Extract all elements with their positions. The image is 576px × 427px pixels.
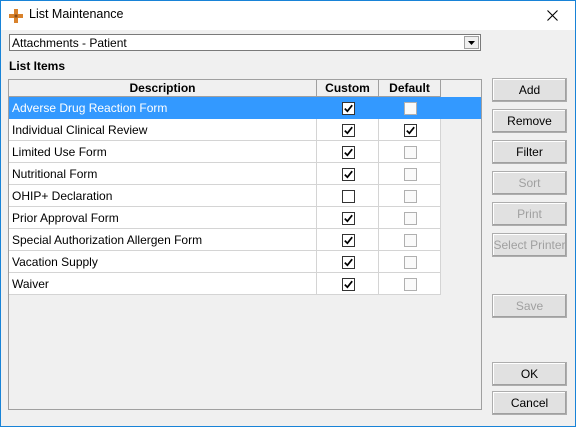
- close-button[interactable]: [529, 1, 575, 30]
- default-checkbox[interactable]: [403, 211, 417, 225]
- row-description[interactable]: Individual Clinical Review: [9, 119, 317, 141]
- table-row[interactable]: Waiver: [9, 273, 481, 295]
- custom-checkbox[interactable]: [341, 255, 355, 269]
- custom-checkbox[interactable]: [341, 145, 355, 159]
- column-header-default[interactable]: Default: [379, 80, 441, 97]
- sort-button-label: Sort: [518, 176, 541, 190]
- row-custom-cell: [317, 273, 379, 295]
- table-row[interactable]: Vacation Supply: [9, 251, 481, 273]
- custom-checkbox[interactable]: [341, 189, 355, 203]
- remove-button-label: Remove: [507, 114, 552, 128]
- default-checkbox[interactable]: [403, 167, 417, 181]
- custom-checkbox[interactable]: [341, 123, 355, 137]
- row-description[interactable]: Special Authorization Allergen Form: [9, 229, 317, 251]
- row-description[interactable]: Adverse Drug Reaction Form: [9, 97, 317, 119]
- default-checkbox[interactable]: [403, 123, 417, 137]
- cancel-button[interactable]: Cancel: [492, 391, 567, 415]
- row-filler: [441, 185, 481, 207]
- ok-button[interactable]: OK: [492, 362, 567, 386]
- default-checkbox[interactable]: [403, 189, 417, 203]
- default-checkbox[interactable]: [403, 101, 417, 115]
- row-default-cell: [379, 141, 441, 163]
- row-filler: [441, 119, 481, 141]
- row-description[interactable]: Prior Approval Form: [9, 207, 317, 229]
- default-checkbox[interactable]: [403, 255, 417, 269]
- row-custom-cell: [317, 251, 379, 273]
- add-button[interactable]: Add: [492, 78, 567, 102]
- column-header-description[interactable]: Description: [9, 80, 317, 97]
- row-filler: [441, 229, 481, 251]
- default-checkbox[interactable]: [403, 233, 417, 247]
- row-custom-cell: [317, 141, 379, 163]
- default-checkbox[interactable]: [403, 145, 417, 159]
- table-row[interactable]: Limited Use Form: [9, 141, 481, 163]
- row-description[interactable]: OHIP+ Declaration: [9, 185, 317, 207]
- table-row[interactable]: Prior Approval Form: [9, 207, 481, 229]
- cancel-button-label: Cancel: [510, 396, 549, 410]
- filter-button[interactable]: Filter: [492, 140, 567, 164]
- dropdown-button[interactable]: [464, 36, 479, 49]
- add-button-label: Add: [518, 83, 541, 97]
- list-selector-value: Attachments - Patient: [12, 36, 127, 50]
- row-default-cell: [379, 119, 441, 141]
- close-icon: [546, 10, 558, 21]
- list-selector-dropdown[interactable]: Attachments - Patient: [9, 34, 481, 51]
- custom-checkbox[interactable]: [341, 167, 355, 181]
- row-default-cell: [379, 229, 441, 251]
- print-button[interactable]: Print: [492, 202, 567, 226]
- row-description[interactable]: Limited Use Form: [9, 141, 317, 163]
- row-custom-cell: [317, 229, 379, 251]
- custom-checkbox[interactable]: [341, 233, 355, 247]
- custom-checkbox[interactable]: [341, 101, 355, 115]
- ok-button-label: OK: [520, 367, 539, 381]
- row-filler: [441, 207, 481, 229]
- table-row[interactable]: Special Authorization Allergen Form: [9, 229, 481, 251]
- custom-checkbox[interactable]: [341, 211, 355, 225]
- window-title: List Maintenance: [29, 7, 124, 21]
- save-button-label: Save: [515, 299, 544, 313]
- column-header-custom[interactable]: Custom: [317, 80, 379, 97]
- row-default-cell: [379, 97, 441, 119]
- list-maintenance-window: List Maintenance Attachments - Patient L…: [0, 0, 576, 427]
- custom-checkbox[interactable]: [341, 277, 355, 291]
- chevron-down-icon: [468, 40, 475, 45]
- row-filler: [441, 141, 481, 163]
- row-filler: [441, 251, 481, 273]
- row-custom-cell: [317, 163, 379, 185]
- table-row[interactable]: Adverse Drug Reaction Form: [9, 97, 481, 119]
- row-description[interactable]: Vacation Supply: [9, 251, 317, 273]
- row-custom-cell: [317, 207, 379, 229]
- section-label: List Items: [9, 59, 66, 73]
- row-default-cell: [379, 163, 441, 185]
- row-filler: [441, 97, 481, 119]
- table-row[interactable]: Nutritional Form: [9, 163, 481, 185]
- row-filler: [441, 273, 481, 295]
- row-description[interactable]: Nutritional Form: [9, 163, 317, 185]
- table-row[interactable]: OHIP+ Declaration: [9, 185, 481, 207]
- grid-rows: Adverse Drug Reaction Form Individual Cli…: [9, 97, 481, 295]
- row-filler: [441, 163, 481, 185]
- sort-button[interactable]: Sort: [492, 171, 567, 195]
- row-default-cell: [379, 207, 441, 229]
- filter-button-label: Filter: [516, 145, 543, 159]
- row-description[interactable]: Waiver: [9, 273, 317, 295]
- row-default-cell: [379, 273, 441, 295]
- list-items-grid[interactable]: Description Custom Default Adverse Drug …: [8, 79, 482, 410]
- title-bar[interactable]: List Maintenance: [1, 1, 575, 30]
- row-custom-cell: [317, 185, 379, 207]
- select-printer-button[interactable]: Select Printer: [492, 233, 567, 257]
- row-custom-cell: [317, 119, 379, 141]
- default-checkbox[interactable]: [403, 277, 417, 291]
- remove-button[interactable]: Remove: [492, 109, 567, 133]
- app-icon: [8, 8, 24, 24]
- row-default-cell: [379, 185, 441, 207]
- table-row[interactable]: Individual Clinical Review: [9, 119, 481, 141]
- save-button[interactable]: Save: [492, 294, 567, 318]
- print-button-label: Print: [517, 207, 542, 221]
- row-custom-cell: [317, 97, 379, 119]
- select-printer-button-label: Select Printer: [493, 238, 566, 252]
- row-default-cell: [379, 251, 441, 273]
